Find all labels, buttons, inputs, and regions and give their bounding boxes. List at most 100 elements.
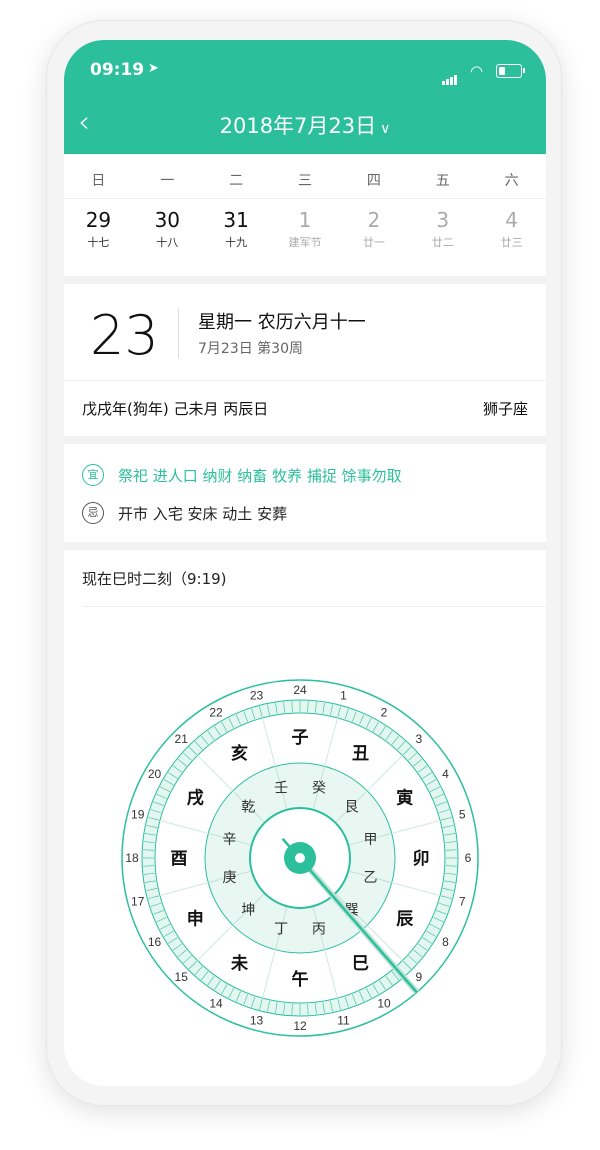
hour-label: 15 xyxy=(175,970,189,984)
stem-label: 壬 xyxy=(274,780,288,796)
hour-label: 6 xyxy=(465,851,472,865)
hour-label: 17 xyxy=(131,894,145,908)
zodiac-sign: 狮子座 xyxy=(482,400,528,418)
hour-label: 10 xyxy=(377,996,391,1010)
status-time: 09:19 xyxy=(90,60,145,80)
stem-label: 乙 xyxy=(364,870,378,886)
section-gap xyxy=(64,436,546,444)
yi-text: 祭祀 进人口 纳财 纳畜 牧养 捕捉 馀事勿取 xyxy=(118,466,402,485)
hour-label: 14 xyxy=(209,996,223,1010)
ji-text: 开市 入宅 安床 动土 安葬 xyxy=(118,504,288,523)
stem-label: 丁 xyxy=(274,922,288,938)
ganzhi-text: 戊戌年(狗年) 己未月 丙辰日 xyxy=(82,400,269,418)
hour-label: 3 xyxy=(415,732,422,746)
calendar-day[interactable]: 31 十九 xyxy=(202,208,271,250)
divider xyxy=(178,308,179,358)
hour-label: 7 xyxy=(459,894,466,908)
branch-label: 卯 xyxy=(413,849,430,869)
chevron-down-icon: ∨ xyxy=(380,121,391,137)
date-picker-title[interactable]: 2018年7月23日 ∨ xyxy=(64,110,546,140)
hour-label: 13 xyxy=(250,1013,264,1027)
weekday-header: 一 xyxy=(160,173,175,189)
hour-label: 18 xyxy=(125,851,139,865)
day-number: 1 xyxy=(298,208,312,232)
ji-badge: 忌 xyxy=(82,502,104,524)
time-compass: 24 1234567891011121314151617181920212223子… xyxy=(121,679,479,1037)
hour-label: 12 xyxy=(293,1019,307,1033)
stem-label: 辛 xyxy=(222,832,236,848)
status-bar: 09:19 ➤ ◠ xyxy=(64,60,546,85)
hour-label: 1 xyxy=(340,689,347,703)
hour-label: 11 xyxy=(337,1013,350,1027)
day-lunar: 廿二 xyxy=(431,236,454,249)
branch-label: 丑 xyxy=(352,744,369,764)
big-date: 23 xyxy=(90,304,159,367)
stem-label: 丙 xyxy=(312,922,326,938)
branch-label: 酉 xyxy=(171,849,188,869)
hour-label: 5 xyxy=(459,808,466,822)
day-lunar: 廿一 xyxy=(362,236,385,249)
page-title: 2018年7月23日 xyxy=(219,114,377,138)
week-days-row: 29 十七 30 十八 31 十九 1 建军节 2 廿一 3 廿二 4 廿三 xyxy=(64,208,546,250)
calendar-day[interactable]: 4 廿三 xyxy=(477,208,546,250)
stem-label: 艮 xyxy=(345,799,359,815)
weekday-lunar: 星期一 农历六月十一 xyxy=(198,312,366,333)
hour-label: 19 xyxy=(131,808,145,822)
current-time-text: 现在巳时二刻（9:19) xyxy=(82,570,227,588)
stem-label: 庚 xyxy=(222,870,236,886)
branch-label: 午 xyxy=(292,969,309,990)
weekday-header: 五 xyxy=(435,173,450,189)
calendar-day[interactable]: 3 廿二 xyxy=(408,208,477,250)
weekday-header-row: 日 一 二 三 四 五 六 xyxy=(64,170,546,194)
weekday-header: 六 xyxy=(504,173,519,189)
signal-icon xyxy=(442,66,458,85)
hour-label: 8 xyxy=(442,935,449,949)
day-lunar: 廿三 xyxy=(500,236,523,249)
day-number: 29 xyxy=(85,208,112,232)
section-gap xyxy=(64,276,546,284)
yi-row: 宜 祭祀 进人口 纳财 纳畜 牧养 捕捉 馀事勿取 xyxy=(82,464,402,486)
hour-label: 20 xyxy=(148,767,162,781)
divider xyxy=(64,380,546,381)
calendar-day[interactable]: 1 建军节 xyxy=(271,208,340,250)
branch-label: 巳 xyxy=(352,954,369,974)
stem-label: 坤 xyxy=(241,903,255,919)
day-number: 31 xyxy=(223,208,249,232)
yi-badge: 宜 xyxy=(82,464,104,486)
weekday-header: 三 xyxy=(298,173,312,189)
hour-label: 4 xyxy=(442,767,449,781)
stem-label: 乾 xyxy=(241,799,255,815)
date-week-number: 7月23日 第30周 xyxy=(198,341,303,357)
weekday-header: 四 xyxy=(366,173,381,189)
calendar-day[interactable]: 30 十八 xyxy=(133,208,202,250)
branch-label: 寅 xyxy=(396,788,413,809)
day-lunar: 十九 xyxy=(225,236,248,249)
day-lunar: 建军节 xyxy=(288,236,322,249)
app-screen: 09:19 ➤ ◠ ‹ 2018年7月23日 ∨ 日 一 二 三 四 五 六 29… xyxy=(64,40,546,1086)
branch-label: 辰 xyxy=(396,910,414,930)
day-lunar: 十七 xyxy=(87,236,110,249)
stem-label: 甲 xyxy=(364,832,378,848)
day-number: 30 xyxy=(154,208,181,232)
divider xyxy=(64,198,546,199)
ji-row: 忌 开市 入宅 安床 动土 安葬 xyxy=(82,502,287,524)
day-lunar: 十八 xyxy=(156,236,179,249)
app-header: 09:19 ➤ ◠ ‹ 2018年7月23日 ∨ xyxy=(64,40,546,154)
day-number: 2 xyxy=(367,208,381,232)
branch-label: 申 xyxy=(187,909,204,930)
hour-label: 22 xyxy=(209,706,223,720)
branch-label: 子 xyxy=(292,728,309,748)
section-gap xyxy=(64,542,546,550)
weekday-header: 二 xyxy=(229,173,244,189)
hour-label: 16 xyxy=(148,935,162,949)
hour-label: 2 xyxy=(381,706,388,720)
battery-icon xyxy=(496,64,525,78)
hand-hub-center xyxy=(295,853,305,863)
day-number: 3 xyxy=(436,208,450,232)
hour-label: 24 xyxy=(293,683,307,697)
calendar-day[interactable]: 2 廿一 xyxy=(339,208,408,250)
calendar-day[interactable]: 29 十七 xyxy=(64,208,133,250)
day-number: 4 xyxy=(505,208,518,232)
branch-label: 未 xyxy=(230,953,248,974)
stem-label: 癸 xyxy=(312,780,326,796)
